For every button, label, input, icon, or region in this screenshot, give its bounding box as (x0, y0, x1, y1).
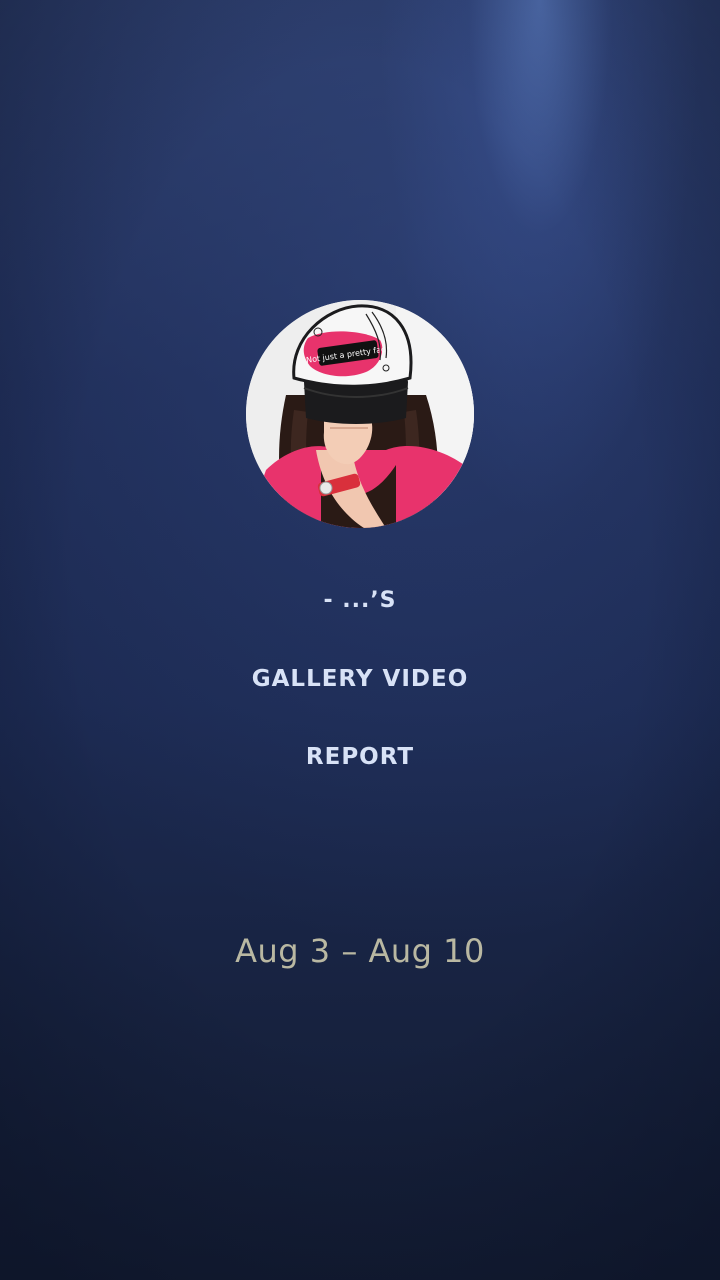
report-title-line-1: GALLERY VIDEO (251, 666, 469, 692)
report-title-line-2: REPORT (305, 744, 415, 770)
report-owner-label: - ...’S (323, 588, 397, 613)
profile-avatar: Not just a pretty face (246, 300, 474, 528)
report-date-range: Aug 3 – Aug 10 (235, 932, 485, 970)
avatar-photo: Not just a pretty face (246, 300, 474, 528)
background-vignette (0, 0, 720, 1280)
